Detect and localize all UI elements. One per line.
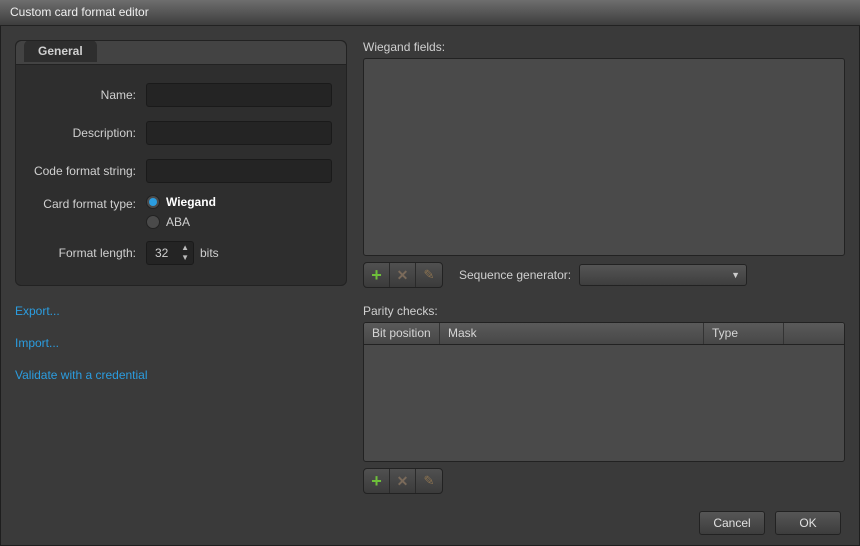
col-bit-position[interactable]: Bit position <box>364 323 440 344</box>
radio-aba-label: ABA <box>166 215 190 229</box>
x-icon: ✕ <box>397 473 409 490</box>
label-code-format: Code format string: <box>30 164 146 178</box>
parity-header: Bit position Mask Type <box>364 323 844 345</box>
link-import[interactable]: Import... <box>15 336 347 350</box>
spinner-up-icon[interactable]: ▲ <box>181 244 189 252</box>
wiegand-delete-button[interactable]: ✕ <box>390 263 416 287</box>
label-description: Description: <box>30 126 146 140</box>
ok-button[interactable]: OK <box>775 511 841 535</box>
plus-icon: + <box>371 266 382 284</box>
general-panel: General Name: Description: Code format s… <box>15 40 347 286</box>
label-name: Name: <box>30 88 146 102</box>
pencil-icon: ✎ <box>424 267 435 283</box>
radio-aba[interactable]: ABA <box>146 215 216 229</box>
col-spacer <box>784 323 844 344</box>
code-format-input[interactable] <box>146 159 332 183</box>
x-icon: ✕ <box>397 267 409 284</box>
label-format-length: Format length: <box>30 246 146 260</box>
titlebar: Custom card format editor <box>0 0 860 26</box>
label-card-format-type: Card format type: <box>30 195 146 211</box>
format-length-unit: bits <box>200 246 219 260</box>
link-validate[interactable]: Validate with a credential <box>15 368 347 382</box>
link-export[interactable]: Export... <box>15 304 347 318</box>
radio-aba-circle[interactable] <box>146 215 160 229</box>
chevron-down-icon: ▼ <box>731 270 740 280</box>
spinner-down-icon[interactable]: ▼ <box>181 254 189 262</box>
dialog-title: Custom card format editor <box>10 5 149 19</box>
sequence-generator-combo[interactable]: ▼ <box>579 264 747 286</box>
parity-add-button[interactable]: + <box>364 469 390 493</box>
wiegand-fields-list[interactable] <box>363 58 845 256</box>
radio-wiegand-label: Wiegand <box>166 195 216 209</box>
format-length-spinner[interactable]: 32 ▲ ▼ <box>146 241 194 265</box>
description-input[interactable] <box>146 121 332 145</box>
col-mask[interactable]: Mask <box>440 323 704 344</box>
format-length-value: 32 <box>155 246 168 260</box>
wiegand-edit-button[interactable]: ✎ <box>416 263 442 287</box>
wiegand-toolbar: + ✕ ✎ <box>363 262 443 288</box>
cancel-button[interactable]: Cancel <box>699 511 765 535</box>
tab-general[interactable]: General <box>24 40 97 62</box>
parity-toolbar: + ✕ ✎ <box>363 468 443 494</box>
parity-checks-label: Parity checks: <box>363 304 845 318</box>
name-input[interactable] <box>146 83 332 107</box>
radio-wiegand-circle[interactable] <box>146 195 160 209</box>
col-type[interactable]: Type <box>704 323 784 344</box>
parity-edit-button[interactable]: ✎ <box>416 469 442 493</box>
wiegand-fields-label: Wiegand fields: <box>363 40 845 54</box>
sequence-generator-label: Sequence generator: <box>459 268 571 282</box>
parity-checks-table[interactable]: Bit position Mask Type <box>363 322 845 462</box>
wiegand-add-button[interactable]: + <box>364 263 390 287</box>
plus-icon: + <box>371 472 382 490</box>
radio-wiegand[interactable]: Wiegand <box>146 195 216 209</box>
parity-delete-button[interactable]: ✕ <box>390 469 416 493</box>
pencil-icon: ✎ <box>424 473 435 489</box>
